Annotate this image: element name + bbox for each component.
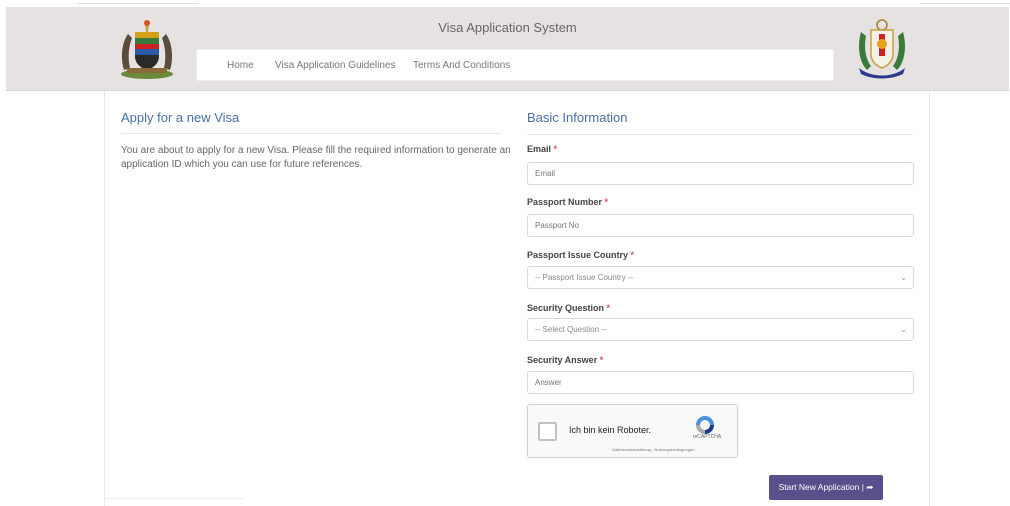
divider bbox=[121, 133, 501, 134]
email-field[interactable] bbox=[527, 162, 914, 185]
passport-number-label: Passport Number * bbox=[527, 197, 608, 207]
required-marker: * bbox=[630, 250, 635, 260]
recaptcha-terms[interactable]: Datenschutzerklärung - Nutzungsbedingung… bbox=[612, 447, 695, 452]
main-content: Apply for a new Visa You are about to ap… bbox=[104, 91, 930, 506]
chevron-down-icon: ⌄ bbox=[900, 273, 907, 282]
passport-country-selected: -- Passport Issue Country -- bbox=[535, 273, 634, 282]
passport-country-label-text: Passport Issue Country bbox=[527, 250, 629, 260]
start-new-application-button[interactable]: Start New Application | ➦ bbox=[769, 475, 883, 500]
top-border bbox=[0, 0, 1010, 6]
security-question-select[interactable]: -- Select Question -- ⌄ bbox=[527, 318, 914, 341]
recaptcha-checkbox[interactable] bbox=[538, 422, 557, 441]
intro-heading: Apply for a new Visa bbox=[121, 110, 240, 125]
top-border-segment bbox=[78, 3, 198, 4]
required-marker: * bbox=[599, 355, 604, 365]
chevron-down-icon: ⌄ bbox=[900, 325, 907, 334]
footer-edge bbox=[104, 498, 244, 506]
intro-text: You are about to apply for a new Visa. P… bbox=[121, 145, 511, 170]
form-heading: Basic Information bbox=[527, 110, 628, 125]
email-label-text: Email bbox=[527, 144, 552, 154]
security-answer-field[interactable] bbox=[527, 371, 914, 394]
site-header: Visa Application System Home Visa Applic… bbox=[6, 7, 1009, 91]
recaptcha-logo-icon bbox=[696, 416, 714, 434]
passport-country-label: Passport Issue Country * bbox=[527, 250, 634, 260]
immigration-emblem-icon bbox=[859, 19, 905, 79]
recaptcha-brand: reCAPTCHA bbox=[692, 434, 722, 440]
main-nav: Home Visa Application Guidelines Terms A… bbox=[196, 49, 834, 81]
security-answer-label-text: Security Answer bbox=[527, 355, 598, 365]
security-question-label-text: Security Question bbox=[527, 303, 605, 313]
passport-number-field[interactable] bbox=[527, 214, 914, 237]
required-marker: * bbox=[606, 303, 611, 313]
required-marker: * bbox=[604, 197, 609, 207]
email-label: Email * bbox=[527, 144, 557, 154]
divider bbox=[527, 134, 913, 135]
security-question-label: Security Question * bbox=[527, 303, 610, 313]
share-arrow-icon: ➦ bbox=[866, 482, 874, 492]
top-border-segment bbox=[920, 3, 1010, 4]
nav-terms-and-conditions[interactable]: Terms And Conditions bbox=[413, 60, 510, 71]
security-question-selected: -- Select Question -- bbox=[535, 325, 607, 334]
nav-visa-application-guidelines[interactable]: Visa Application Guidelines bbox=[275, 60, 395, 71]
start-new-application-label: Start New Application | bbox=[778, 482, 864, 492]
required-marker: * bbox=[553, 144, 558, 154]
recaptcha-label: Ich bin kein Roboter. bbox=[569, 425, 652, 435]
recaptcha-widget: Ich bin kein Roboter. reCAPTCHA Datensch… bbox=[527, 404, 738, 458]
security-answer-label: Security Answer * bbox=[527, 355, 603, 365]
nav-home[interactable]: Home bbox=[227, 60, 254, 71]
passport-country-select[interactable]: -- Passport Issue Country -- ⌄ bbox=[527, 266, 914, 289]
passport-number-label-text: Passport Number bbox=[527, 197, 603, 207]
